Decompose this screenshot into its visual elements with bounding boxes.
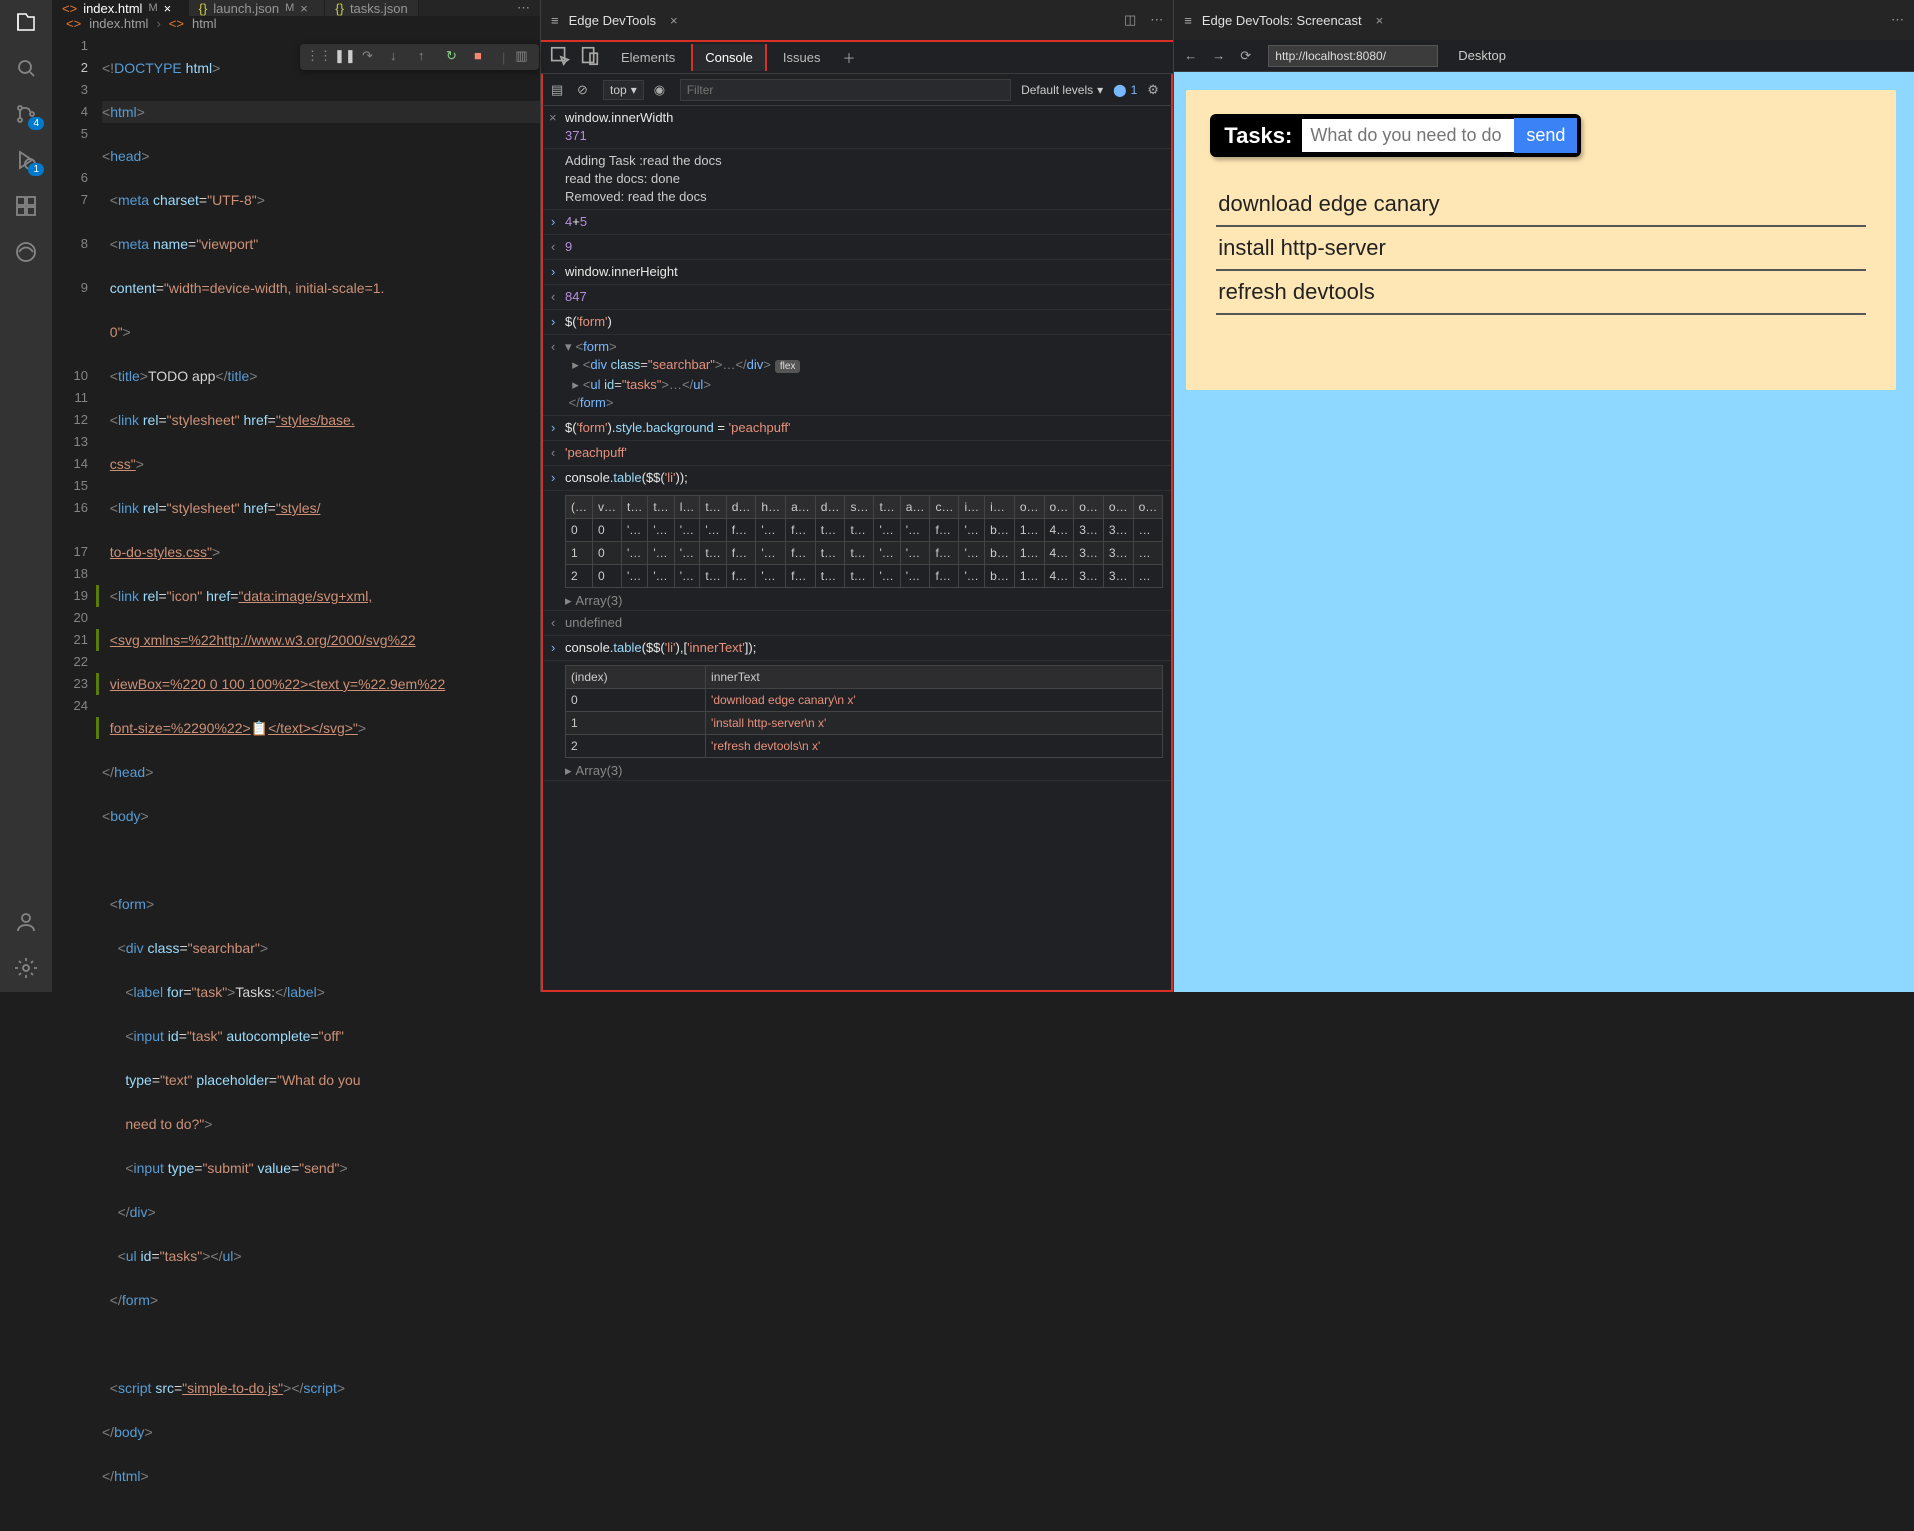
tab-elements[interactable]: Elements bbox=[609, 44, 687, 71]
tab-tasks-json[interactable]: {} tasks.json bbox=[325, 0, 419, 16]
tasks-label: Tasks: bbox=[1214, 119, 1302, 153]
tab-label: index.html bbox=[83, 1, 142, 16]
console-table-1: (…v…t…t…l…t…d…h…a…d…s…t…a…c…i…i…o…o…o…o…… bbox=[565, 495, 1163, 588]
tab-launch-json[interactable]: {} launch.json M × bbox=[189, 0, 326, 16]
restart-icon[interactable]: ↻ bbox=[446, 48, 464, 66]
debug-badge: 1 bbox=[28, 163, 44, 176]
live-expression-icon[interactable]: ◉ bbox=[654, 82, 670, 98]
chevron-down-icon: ▾ bbox=[1097, 83, 1103, 97]
flex-badge[interactable]: flex bbox=[775, 360, 801, 373]
scm-badge: 4 bbox=[28, 117, 44, 130]
chevron-right-icon[interactable]: ▸ bbox=[572, 357, 579, 372]
chevron-right-icon: › bbox=[156, 16, 160, 31]
chevron-right-icon[interactable]: ▸ bbox=[572, 377, 579, 392]
explorer-icon[interactable] bbox=[14, 10, 38, 34]
editor-tabbar: <> index.html M × {} launch.json M × {} … bbox=[52, 0, 540, 16]
sidebar-toggle-icon[interactable]: ▤ bbox=[551, 82, 567, 98]
step-into-icon[interactable]: ↓ bbox=[390, 48, 408, 66]
more-icon[interactable]: ⋯ bbox=[1891, 12, 1904, 28]
tab-index-html[interactable]: <> index.html M × bbox=[52, 0, 189, 16]
send-button[interactable] bbox=[1514, 118, 1577, 153]
forward-icon[interactable]: → bbox=[1212, 48, 1228, 63]
tab-label: tasks.json bbox=[350, 1, 408, 16]
list-icon: ≡ bbox=[1184, 13, 1192, 28]
stop-icon[interactable]: ■ bbox=[474, 48, 492, 66]
todo-app: Tasks: download edge canary install http… bbox=[1186, 90, 1896, 390]
inspect-icon[interactable] bbox=[549, 45, 567, 70]
devtools-panel: ≡ Edge DevTools × ◫ ⋯ Elements Console I… bbox=[540, 0, 1173, 992]
screencast-viewport: Tasks: download edge canary install http… bbox=[1174, 72, 1914, 992]
accounts-icon[interactable] bbox=[14, 910, 38, 934]
chevron-down-icon: ▾ bbox=[631, 83, 637, 97]
settings-gear-icon[interactable] bbox=[14, 956, 38, 980]
chevron-down-icon[interactable]: ▾ bbox=[565, 339, 572, 354]
close-icon[interactable]: × bbox=[164, 1, 178, 16]
run-debug-icon[interactable]: 1 bbox=[14, 148, 38, 172]
list-item[interactable]: refresh devtools bbox=[1216, 271, 1866, 315]
console-body[interactable]: ×window.innerWidth371 Adding Task :read … bbox=[541, 106, 1173, 992]
log-levels-select[interactable]: Default levels▾ bbox=[1021, 83, 1103, 97]
list-item[interactable]: download edge canary bbox=[1216, 183, 1866, 227]
tab-console[interactable]: Console bbox=[691, 44, 767, 71]
line-gutter: 12345 67 8 9 10111213141516 171819202122… bbox=[52, 31, 102, 1531]
tab-label: launch.json bbox=[213, 1, 279, 16]
back-icon[interactable]: ← bbox=[1184, 48, 1200, 63]
code-content[interactable]: <!DOCTYPE html> <html> <head> <meta char… bbox=[102, 31, 540, 1531]
list-icon: ≡ bbox=[551, 13, 559, 28]
step-over-icon[interactable]: ↷ bbox=[362, 48, 380, 66]
devtools-tabs: Elements Console Issues ＋ bbox=[541, 40, 1173, 74]
extensions-icon[interactable] bbox=[14, 194, 38, 218]
context-select[interactable]: top▾ bbox=[603, 80, 644, 100]
screencast-navbar: ← → ⟳ Desktop bbox=[1174, 40, 1914, 72]
screencast-panel: ≡ Edge DevTools: Screencast × ⋯ ← → ⟳ De… bbox=[1173, 0, 1914, 992]
add-tab-icon[interactable]: ＋ bbox=[842, 48, 855, 67]
editor-group: <> index.html M × {} launch.json M × {} … bbox=[52, 0, 540, 992]
code-editor[interactable]: 12345 67 8 9 10111213141516 171819202122… bbox=[52, 31, 540, 1531]
issue-count[interactable]: ⬤1 bbox=[1113, 83, 1137, 97]
tasks-list: download edge canary install http-server… bbox=[1210, 183, 1872, 315]
tab-overflow-icon[interactable]: ⋯ bbox=[507, 0, 540, 16]
split-editor-icon[interactable]: ◫ bbox=[1124, 12, 1136, 28]
more-icon[interactable]: ⋯ bbox=[1150, 12, 1163, 28]
source-control-icon[interactable]: 4 bbox=[14, 102, 38, 126]
tab-issues[interactable]: Issues bbox=[771, 44, 833, 71]
url-input[interactable] bbox=[1268, 45, 1438, 67]
screencast-title: Edge DevTools: Screencast bbox=[1202, 13, 1362, 28]
device-label: Desktop bbox=[1458, 48, 1506, 63]
debug-toolbar: ⋮⋮ ❚❚ ↷ ↓ ↑ ↻ ■ | ▥ bbox=[300, 44, 539, 70]
search-icon[interactable] bbox=[14, 56, 38, 80]
settings-gear-icon[interactable]: ⚙ bbox=[1147, 82, 1163, 98]
close-icon[interactable]: × bbox=[300, 1, 314, 16]
devtools-launch-icon[interactable]: ▥ bbox=[515, 48, 533, 66]
reload-icon[interactable]: ⟳ bbox=[1240, 48, 1256, 64]
screencast-titlebar: ≡ Edge DevTools: Screencast × ⋯ bbox=[1174, 0, 1914, 40]
filter-input[interactable] bbox=[680, 79, 1011, 101]
device-toggle-icon[interactable] bbox=[579, 45, 597, 70]
devtools-titlebar: ≡ Edge DevTools × ◫ ⋯ bbox=[541, 0, 1173, 40]
step-out-icon[interactable]: ↑ bbox=[418, 48, 436, 66]
breadcrumb[interactable]: <> index.html › <> html bbox=[52, 16, 540, 31]
pause-icon[interactable]: ❚❚ bbox=[334, 48, 352, 66]
drag-handle-icon[interactable]: ⋮⋮ bbox=[306, 48, 324, 66]
console-toolbar: ▤ ⊘ top▾ ◉ Default levels▾ ⬤1 ⚙ bbox=[541, 74, 1173, 106]
close-icon[interactable]: × bbox=[670, 13, 678, 28]
clear-console-icon[interactable]: ⊘ bbox=[577, 82, 593, 98]
task-input[interactable] bbox=[1302, 119, 1514, 152]
activity-bar: 4 1 bbox=[0, 0, 52, 992]
edge-tools-icon[interactable] bbox=[14, 240, 38, 264]
close-icon[interactable]: × bbox=[1376, 13, 1384, 28]
devtools-title: Edge DevTools bbox=[569, 13, 656, 28]
searchbar: Tasks: bbox=[1210, 114, 1581, 157]
list-item[interactable]: install http-server bbox=[1216, 227, 1866, 271]
console-table-2: (index)innerText 0'download edge canary\… bbox=[565, 665, 1163, 758]
